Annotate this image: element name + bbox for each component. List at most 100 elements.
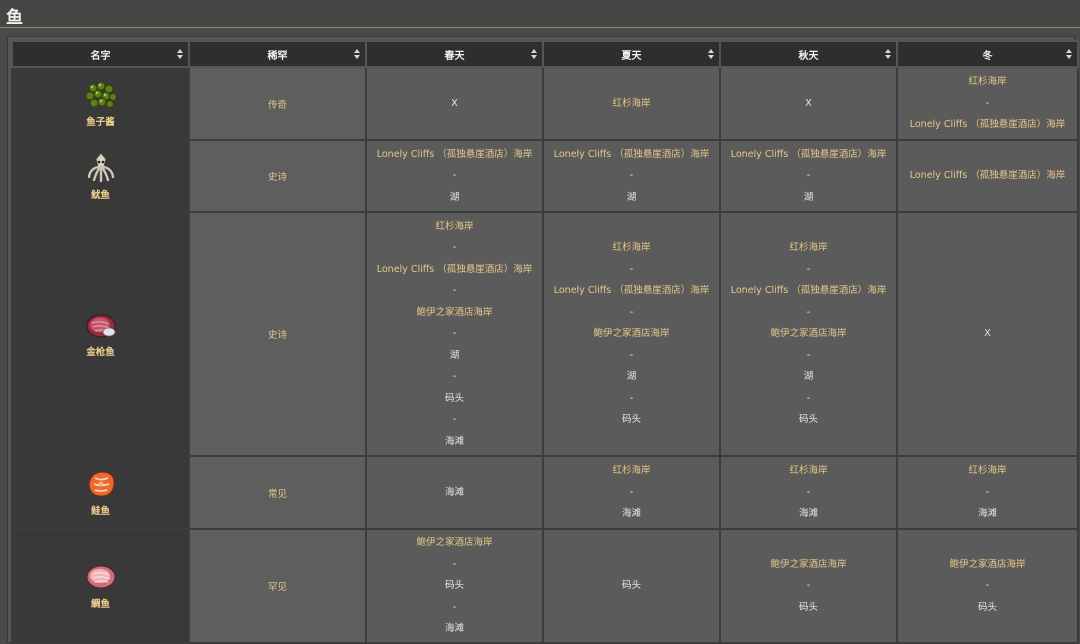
squid-icon (13, 151, 188, 183)
fish-table: 名字 稀罕 春天 夏天 秋天 冬 鱼子酱 传奇 X 红杉海岸 X 红杉海岸 - Lonely … (11, 40, 1079, 644)
column-header-label: 稀罕 (267, 50, 288, 62)
location-text: Lonely Cliffs （孤独悬崖酒店）海岸 (730, 148, 887, 160)
location-text: 红杉海岸 (435, 220, 474, 232)
tuna-icon (13, 310, 188, 340)
location-text: 鲍伊之家酒店海岸 (416, 537, 493, 549)
rarity-cell: 罕见 (188, 528, 367, 644)
rarity-cell: 传奇 (188, 66, 367, 141)
location-text: 码头 (621, 414, 641, 426)
fish-name-cell: 鱼子酱 (11, 66, 190, 141)
location-separator: - (452, 414, 457, 426)
location-cell-spring: Lonely Cliffs （孤独悬崖酒店）海岸 - 湖 (365, 139, 544, 213)
salmon-icon (13, 469, 188, 499)
location-text: 鲍伊之家酒店海岸 (416, 306, 493, 318)
location-text: 码头 (444, 392, 464, 404)
location-separator: - (452, 328, 457, 340)
location-text: Lonely Cliffs （孤独悬崖酒店）海岸 (376, 148, 533, 160)
sort-icon[interactable] (885, 49, 891, 59)
location-text: X (805, 97, 812, 109)
location-text: 码头 (798, 601, 818, 613)
sort-icon[interactable] (1066, 49, 1072, 59)
location-text: 湖 (626, 191, 637, 203)
snapper-icon (13, 562, 188, 592)
fish-table-container: 名字 稀罕 春天 夏天 秋天 冬 鱼子酱 传奇 X 红杉海岸 X 红杉海岸 - Lonely … (7, 36, 1079, 644)
location-cell-autumn: Lonely Cliffs （孤独悬崖酒店）海岸 - 湖 (719, 139, 898, 213)
location-cell-autumn: X (719, 66, 898, 141)
location-text: 鲍伊之家酒店海岸 (770, 328, 847, 340)
fish-name: 鱼子酱 (86, 116, 115, 128)
location-cell-autumn: 鲍伊之家酒店海岸 - 码头 (719, 528, 898, 644)
location-text: 湖 (803, 371, 814, 383)
location-text: X (984, 328, 991, 340)
sort-icon[interactable] (177, 49, 183, 59)
column-header-autumn[interactable]: 秋天 (719, 40, 898, 68)
location-text: 红杉海岸 (612, 465, 651, 477)
table-row: 金枪鱼 史诗 红杉海岸 - Lonely Cliffs （孤独悬崖酒店）海岸 - 鲍伊之家酒… (11, 211, 1079, 457)
location-text: 红杉海岸 (968, 76, 1007, 88)
location-text: Lonely Cliffs （孤独悬崖酒店）海岸 (730, 285, 887, 297)
location-separator: - (452, 285, 457, 297)
fish-name: 鲷鱼 (90, 599, 110, 610)
location-text: Lonely Cliffs （孤独悬崖酒店）海岸 (553, 285, 710, 297)
location-separator: - (452, 601, 457, 613)
table-row: 鱿鱼 史诗 Lonely Cliffs （孤独悬崖酒店）海岸 - 湖 Lonely Cli… (11, 139, 1079, 213)
location-text: 海滩 (798, 508, 818, 520)
location-text: 红杉海岸 (612, 97, 651, 109)
location-cell-autumn: 红杉海岸 - Lonely Cliffs （孤独悬崖酒店）海岸 - 鲍伊之家酒店海岸 - 湖… (719, 211, 898, 457)
location-text: 鲍伊之家酒店海岸 (770, 558, 847, 570)
sort-icon[interactable] (708, 49, 714, 59)
page-title: 鱼 (6, 8, 23, 28)
location-text: 湖 (449, 191, 460, 203)
location-cell-autumn: 红杉海岸 - 海滩 (719, 455, 898, 530)
rarity-cell: 史诗 (188, 139, 367, 213)
location-text: Lonely Cliffs （孤独悬崖酒店）海岸 (553, 148, 710, 160)
location-separator: - (629, 306, 634, 318)
column-header-summer[interactable]: 夏天 (542, 40, 721, 68)
location-separator: - (452, 170, 457, 182)
location-text: Lonely Cliffs （孤独悬崖酒店）海岸 (909, 170, 1066, 182)
location-cell-spring: X (365, 66, 544, 141)
location-text: 湖 (803, 191, 814, 203)
location-separator: - (806, 580, 811, 592)
location-cell-summer: 红杉海岸 (542, 66, 721, 141)
column-header-winter[interactable]: 冬 (896, 40, 1079, 68)
location-separator: - (629, 392, 634, 404)
location-separator: - (806, 486, 811, 498)
location-text: 鲍伊之家酒店海岸 (949, 558, 1026, 570)
location-text: 湖 (626, 371, 637, 383)
location-separator: - (985, 580, 990, 592)
location-cell-winter: 鲍伊之家酒店海岸 - 码头 (896, 528, 1079, 644)
caviar-icon (13, 80, 188, 110)
fish-name-cell: 鲷鱼 (11, 528, 190, 644)
table-header-row: 名字 稀罕 春天 夏天 秋天 冬 (11, 40, 1079, 68)
location-text: 码头 (977, 601, 997, 613)
header-divider (0, 27, 1080, 28)
location-cell-spring: 海滩 (365, 455, 544, 530)
location-text: 海滩 (444, 486, 464, 498)
location-cell-spring: 红杉海岸 - Lonely Cliffs （孤独悬崖酒店）海岸 - 鲍伊之家酒店海岸 - 湖… (365, 211, 544, 457)
fish-name-cell: 鱿鱼 (11, 139, 190, 213)
location-cell-summer: 红杉海岸 - 海滩 (542, 455, 721, 530)
location-cell-winter: Lonely Cliffs （孤独悬崖酒店）海岸 (896, 139, 1079, 213)
column-header-rarity[interactable]: 稀罕 (188, 40, 367, 68)
location-text: Lonely Cliffs （孤独悬崖酒店）海岸 (909, 119, 1066, 131)
location-cell-winter: 红杉海岸 - 海滩 (896, 455, 1079, 530)
location-text: 海滩 (444, 623, 464, 635)
location-separator: - (806, 306, 811, 318)
location-text: 码头 (621, 580, 641, 592)
sort-icon[interactable] (354, 49, 360, 59)
location-separator: - (629, 349, 634, 361)
location-separator: - (452, 558, 457, 570)
location-text: 海滩 (977, 508, 997, 520)
location-text: 码头 (798, 414, 818, 426)
location-text: 红杉海岸 (968, 465, 1007, 477)
rarity-cell: 史诗 (188, 211, 367, 457)
column-header-spring[interactable]: 春天 (365, 40, 544, 68)
location-text: 红杉海岸 (612, 242, 651, 254)
location-cell-spring: 鲍伊之家酒店海岸 - 码头 - 海滩 (365, 528, 544, 644)
column-header-name[interactable]: 名字 (11, 40, 190, 68)
sort-icon[interactable] (531, 49, 537, 59)
location-text: 海滩 (621, 508, 641, 520)
location-separator: - (985, 97, 990, 109)
location-separator: - (806, 263, 811, 275)
